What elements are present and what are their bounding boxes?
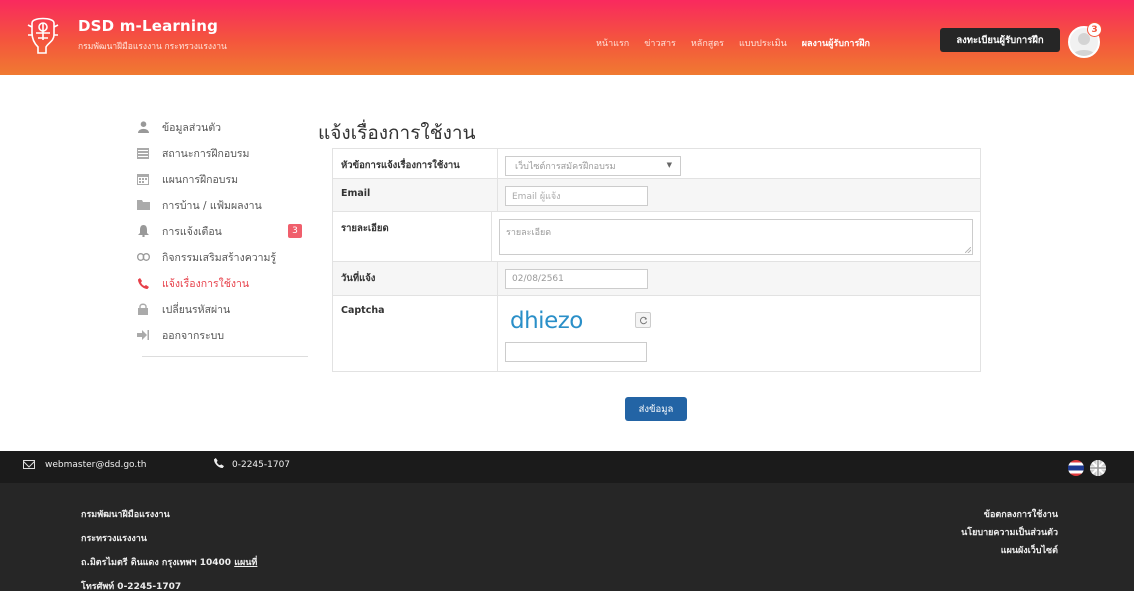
footer-email[interactable]: webmaster@dsd.go.th (45, 460, 146, 470)
sidebar-item-logout[interactable]: ออกจากระบบ (136, 322, 308, 348)
notification-count-badge: 3 (288, 224, 302, 238)
footer-address-text: ถ.มิตรไมตรี ดินแดง กรุงเทพฯ 10400 (81, 558, 232, 568)
footer-phone: 0-2245-1707 (232, 460, 291, 470)
profile-sidebar: ข้อมูลส่วนตัว สถานะการฝึกอบรม แผนการฝึกอ… (136, 114, 308, 348)
bell-icon (136, 224, 150, 238)
form-row-email: Email Email ผู้แจ้ง (333, 179, 980, 212)
refresh-icon (639, 316, 647, 324)
sidebar-item-label: เปลี่ยนรหัสผ่าน (162, 303, 231, 316)
brand-subtitle: กรมพัฒนาฝีมือแรงงาน กระทรวงแรงงาน (78, 42, 227, 52)
brand-name[interactable]: DSD m-Learning (78, 17, 218, 35)
nav-survey[interactable]: แบบประเมิน (739, 36, 787, 50)
topic-select[interactable]: เว็บไซต์การสมัครฝึกอบรม ▼ (505, 156, 681, 176)
email-label: Email (333, 179, 498, 211)
sidebar-item-activities[interactable]: กิจกรรมเสริมสร้างความรู้ (136, 244, 308, 270)
sidebar-item-training-plan[interactable]: แผนการฝึกอบรม (136, 166, 308, 192)
phone-icon (214, 458, 224, 471)
footer: กรมพัฒนาฝีมือแรงงาน กระทรวงแรงงาน ถ.มิตร… (0, 483, 1134, 592)
topic-select-value: เว็บไซต์การสมัครฝึกอบรม (515, 162, 616, 172)
nav-courses[interactable]: หลักสูตร (691, 36, 724, 50)
calendar-icon (136, 172, 150, 186)
form-row-detail: รายละเอียด รายละเอียด (333, 212, 980, 262)
captcha-input[interactable] (505, 342, 647, 362)
site-header: DSD m-Learning กรมพัฒนาฝีมือแรงงาน กระทร… (0, 0, 1134, 75)
sidebar-item-homework[interactable]: การบ้าน / แฟ้มผลงาน (136, 192, 308, 218)
resize-grip-icon[interactable] (965, 247, 971, 253)
top-nav: หน้าแรก ข่าวสาร หลักสูตร แบบประเมิน ผลงา… (596, 36, 870, 50)
caret-down-icon: ▼ (666, 161, 672, 169)
folder-icon (136, 198, 150, 212)
sidebar-item-training-status[interactable]: สถานะการฝึกอบรม (136, 140, 308, 166)
sidebar-item-report-issue[interactable]: แจ้งเรื่องการใช้งาน (136, 270, 308, 296)
captcha-refresh-button[interactable] (635, 312, 651, 328)
register-trainee-button[interactable]: ลงทะเบียนผู้รับการฝึก (940, 28, 1060, 52)
captcha-label: Captcha (333, 296, 498, 371)
nav-home[interactable]: หน้าแรก (596, 36, 629, 50)
sidebar-item-label: ออกจากระบบ (162, 329, 224, 342)
privacy-policy-link[interactable]: นโยบายความเป็นส่วนตัว (961, 525, 1058, 539)
phone-icon (136, 276, 150, 290)
form-row-captcha: Captcha dhiezo (333, 296, 980, 371)
sidebar-item-profile[interactable]: ข้อมูลส่วนตัว (136, 114, 308, 140)
sidebar-item-label: ข้อมูลส่วนตัว (162, 121, 222, 134)
sidebar-item-label: กิจกรรมเสริมสร้างความรู้ (162, 251, 277, 264)
list-icon (136, 146, 150, 160)
nav-news[interactable]: ข่าวสาร (644, 36, 676, 50)
submit-button[interactable]: ส่งข้อมูล (625, 397, 687, 421)
report-form: หัวข้อการแจ้งเรื่องการใช้งาน เว็บไซต์การ… (332, 148, 981, 372)
sidebar-item-label: การบ้าน / แฟ้มผลงาน (162, 199, 262, 212)
lock-icon (136, 302, 150, 316)
form-row-date: วันที่แจ้ง 02/08/2561 (333, 262, 980, 296)
form-row-topic: หัวข้อการแจ้งเรื่องการใช้งาน เว็บไซต์การ… (333, 149, 980, 179)
uk-flag-icon[interactable] (1090, 460, 1106, 476)
email-field[interactable]: Email ผู้แจ้ง (505, 186, 648, 206)
notification-badge[interactable]: 3 (1087, 22, 1102, 37)
sitemap-link[interactable]: แผนผังเว็บไซต์ (1001, 543, 1058, 557)
footer-contact-bar: webmaster@dsd.go.th 0-2245-1707 (0, 451, 1134, 483)
link-icon (136, 250, 150, 264)
captcha-image: dhiezo (510, 308, 583, 334)
sidebar-item-notifications[interactable]: การแจ้งเตือน 3 (136, 218, 308, 244)
footer-org-name: กรมพัฒนาฝีมือแรงงาน (81, 510, 170, 520)
detail-textarea[interactable]: รายละเอียด (499, 219, 973, 255)
sidebar-item-change-password[interactable]: เปลี่ยนรหัสผ่าน (136, 296, 308, 322)
terms-link[interactable]: ข้อตกลงการใช้งาน (984, 507, 1058, 521)
thai-flag-icon[interactable] (1068, 460, 1084, 476)
sidebar-item-label: แผนการฝึกอบรม (162, 173, 239, 186)
detail-label: รายละเอียด (333, 212, 492, 261)
user-icon (136, 120, 150, 134)
sign-out-icon (136, 328, 150, 342)
date-field[interactable]: 02/08/2561 (505, 269, 648, 289)
sidebar-item-label: สถานะการฝึกอบรม (162, 147, 250, 160)
nav-trainee-works[interactable]: ผลงานผู้รับการฝึก (802, 36, 870, 50)
topic-label: หัวข้อการแจ้งเรื่องการใช้งาน (333, 149, 498, 178)
sidebar-divider (142, 356, 308, 357)
map-link[interactable]: แผนที่ (234, 558, 257, 568)
detail-placeholder: รายละเอียด (506, 228, 552, 238)
footer-ministry: กระทรวงแรงงาน (81, 534, 147, 544)
envelope-icon (23, 460, 35, 469)
dsd-logo-icon[interactable] (24, 13, 62, 57)
sidebar-item-label: แจ้งเรื่องการใช้งาน (162, 277, 250, 290)
sidebar-item-label: การแจ้งเตือน (162, 225, 222, 238)
date-label: วันที่แจ้ง (333, 262, 498, 295)
page-title: แจ้งเรื่องการใช้งาน (318, 122, 476, 144)
footer-address: ถ.มิตรไมตรี ดินแดง กรุงเทพฯ 10400 แผนที่ (81, 555, 257, 569)
